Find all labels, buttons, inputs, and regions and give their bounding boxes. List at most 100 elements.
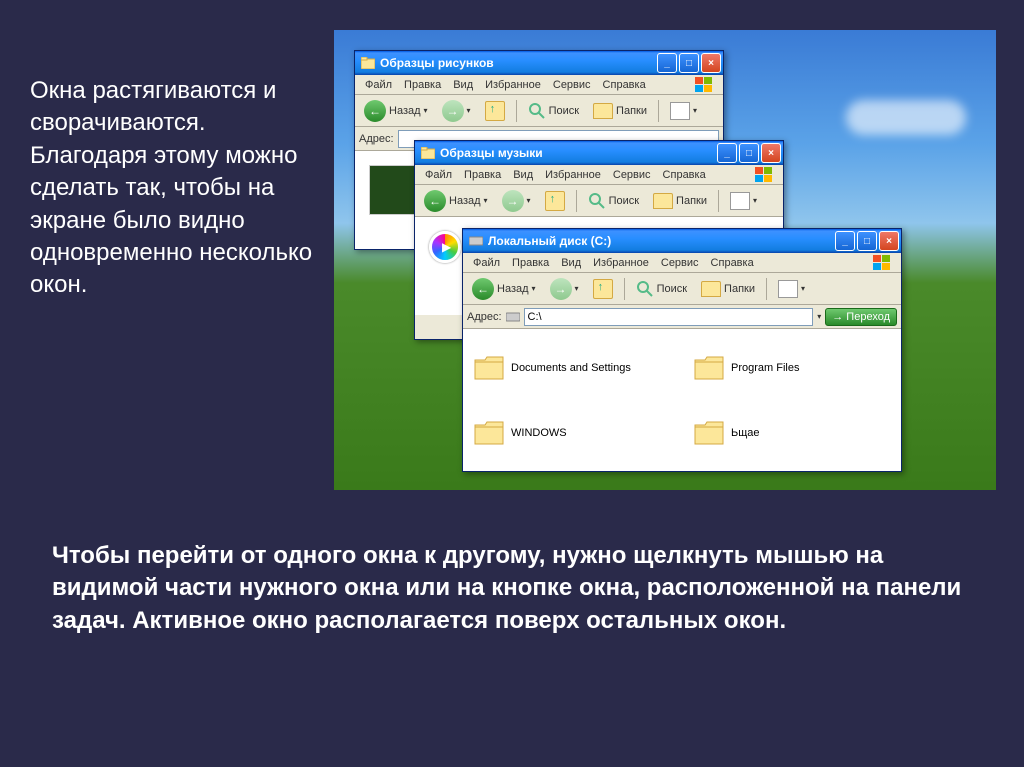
chevron-down-icon: ▾ [801, 284, 805, 293]
folder-item[interactable]: Documents and Settings [473, 339, 653, 396]
views-button[interactable]: ▾ [665, 99, 702, 123]
divider [624, 278, 625, 300]
up-button[interactable] [480, 98, 510, 124]
menubar: Файл Правка Вид Избранное Сервис Справка [463, 253, 901, 273]
forward-arrow-icon: → [502, 190, 524, 212]
folder-icon [693, 419, 725, 447]
search-icon [636, 280, 654, 298]
folders-button[interactable]: Папки [588, 100, 652, 122]
menu-tools[interactable]: Сервис [547, 77, 597, 93]
address-label: Адрес: [359, 133, 394, 145]
up-folder-icon [545, 191, 565, 211]
menu-view[interactable]: Вид [555, 255, 587, 271]
folder-item[interactable]: Program Files [693, 339, 873, 396]
views-button[interactable]: ▾ [725, 189, 762, 213]
chevron-down-icon: ▾ [693, 106, 697, 115]
forward-button[interactable]: →▾ [497, 187, 536, 215]
up-folder-icon [593, 279, 613, 299]
chevron-down-icon[interactable]: ▾ [817, 312, 821, 321]
chevron-down-icon: ▾ [467, 106, 471, 115]
menu-favorites[interactable]: Избранное [587, 255, 655, 271]
toolbar: ←Назад▾ →▾ Поиск Папки ▾ [415, 185, 783, 217]
menu-help[interactable]: Справка [657, 167, 712, 183]
chevron-down-icon: ▾ [424, 106, 428, 115]
menu-tools[interactable]: Сервис [655, 255, 705, 271]
content-area[interactable]: Documents and Settings Program Files WIN… [463, 329, 901, 471]
close-button[interactable]: × [701, 53, 721, 73]
search-button[interactable]: Поиск [523, 99, 584, 123]
menu-edit[interactable]: Правка [398, 77, 447, 93]
maximize-button[interactable]: □ [857, 231, 877, 251]
chevron-down-icon: ▾ [753, 196, 757, 205]
up-button[interactable] [540, 188, 570, 214]
divider [718, 190, 719, 212]
media-file-icon[interactable] [429, 231, 461, 263]
back-button[interactable]: ←Назад▾ [359, 97, 433, 125]
slide-text-left: Окна растягиваются и сворачиваются. Благ… [30, 75, 325, 302]
search-button[interactable]: Поиск [631, 277, 692, 301]
menu-tools[interactable]: Сервис [607, 167, 657, 183]
menu-help[interactable]: Справка [597, 77, 652, 93]
up-button[interactable] [588, 276, 618, 302]
disk-icon [506, 311, 520, 323]
windows-logo-icon [749, 165, 779, 185]
menu-view[interactable]: Вид [447, 77, 479, 93]
minimize-button[interactable]: _ [717, 143, 737, 163]
window-title: Образцы рисунков [380, 56, 657, 70]
minimize-button[interactable]: _ [835, 231, 855, 251]
back-button[interactable]: ←Назад▾ [419, 187, 493, 215]
address-input[interactable] [524, 308, 814, 326]
window-title: Образцы музыки [440, 146, 717, 160]
folders-icon [701, 281, 721, 297]
windows-logo-icon [867, 253, 897, 273]
chevron-down-icon: ▾ [532, 284, 536, 293]
toolbar: ←Назад▾ →▾ Поиск Папки ▾ [355, 95, 723, 127]
back-arrow-icon: ← [472, 278, 494, 300]
menu-help[interactable]: Справка [705, 255, 760, 271]
views-icon [730, 192, 750, 210]
close-button[interactable]: × [879, 231, 899, 251]
forward-arrow-icon: → [550, 278, 572, 300]
go-button[interactable]: → Переход [825, 308, 897, 326]
folders-button[interactable]: Папки [648, 190, 712, 212]
window-local-disk[interactable]: Локальный диск (C:) _ □ × Файл Правка Ви… [462, 228, 902, 472]
folder-item[interactable]: WINDOWS [473, 404, 653, 461]
menu-view[interactable]: Вид [507, 167, 539, 183]
search-icon [588, 192, 606, 210]
menu-file[interactable]: Файл [419, 167, 458, 183]
maximize-button[interactable]: □ [739, 143, 759, 163]
folder-item[interactable]: Ьщае [693, 404, 873, 461]
desktop-wallpaper: Образцы рисунков _ □ × Файл Правка Вид И… [334, 30, 996, 490]
divider [658, 100, 659, 122]
chevron-down-icon: ▾ [527, 196, 531, 205]
folder-label: Program Files [731, 362, 799, 374]
menubar: Файл Правка Вид Избранное Сервис Справка [415, 165, 783, 185]
maximize-button[interactable]: □ [679, 53, 699, 73]
forward-button[interactable]: →▾ [437, 97, 476, 125]
chevron-down-icon: ▾ [575, 284, 579, 293]
forward-button[interactable]: →▾ [545, 275, 584, 303]
close-button[interactable]: × [761, 143, 781, 163]
search-button[interactable]: Поиск [583, 189, 644, 213]
menu-file[interactable]: Файл [467, 255, 506, 271]
folders-button[interactable]: Папки [696, 278, 760, 300]
views-button[interactable]: ▾ [773, 277, 810, 301]
titlebar[interactable]: Локальный диск (C:) _ □ × [463, 229, 901, 253]
menu-edit[interactable]: Правка [458, 167, 507, 183]
addressbar: Адрес: ▾ → Переход [463, 305, 901, 329]
titlebar[interactable]: Образцы музыки _ □ × [415, 141, 783, 165]
folders-icon [653, 193, 673, 209]
window-title: Локальный диск (C:) [488, 234, 835, 248]
back-button[interactable]: ←Назад▾ [467, 275, 541, 303]
folder-label: WINDOWS [511, 427, 567, 439]
chevron-down-icon: ▾ [484, 196, 488, 205]
back-arrow-icon: ← [424, 190, 446, 212]
folders-icon [593, 103, 613, 119]
menu-file[interactable]: Файл [359, 77, 398, 93]
menu-favorites[interactable]: Избранное [479, 77, 547, 93]
titlebar[interactable]: Образцы рисунков _ □ × [355, 51, 723, 75]
menu-favorites[interactable]: Избранное [539, 167, 607, 183]
windows-logo-icon [689, 75, 719, 95]
minimize-button[interactable]: _ [657, 53, 677, 73]
menu-edit[interactable]: Правка [506, 255, 555, 271]
